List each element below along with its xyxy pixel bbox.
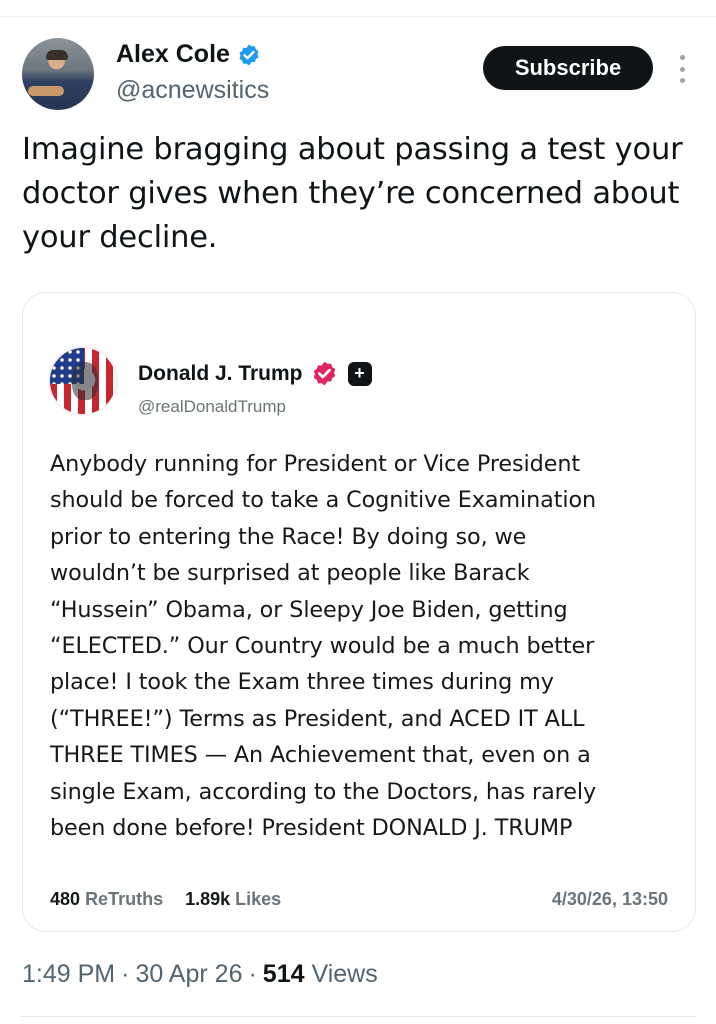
quoted-author-handle: @realDonaldTrump	[138, 397, 286, 416]
tweet-text: Imagine bragging about passing a test yo…	[22, 128, 702, 260]
verified-badge-icon	[239, 44, 259, 65]
post-time[interactable]: 1:49 PM	[22, 960, 115, 989]
views-label[interactable]: Views	[311, 960, 377, 989]
author-name-row[interactable]: Alex Cole	[116, 40, 261, 69]
retruths-count: 480	[50, 889, 81, 909]
tweet-line: your decline.	[22, 220, 218, 255]
more-vertical-icon[interactable]	[674, 55, 690, 83]
quoted-line: place! I took the Exam three times durin…	[50, 669, 554, 696]
post-date[interactable]: 30 Apr 26	[135, 960, 242, 989]
quoted-line: THREE TIMES — An Achievement that, even …	[50, 742, 591, 769]
likes-count: 1.89k	[185, 889, 231, 909]
quoted-line: (“THREE!”) Terms as President, and ACED …	[50, 705, 585, 732]
quoted-author-name-row: Donald J. Trump +	[138, 360, 372, 387]
plus-badge-icon: +	[347, 361, 372, 386]
quoted-line: should be forced to take a Cognitive Exa…	[50, 487, 597, 514]
author-name[interactable]: Alex Cole	[116, 40, 230, 69]
bottom-divider	[20, 1016, 696, 1017]
top-divider	[0, 16, 716, 17]
quoted-line: Anybody running for President or Vice Pr…	[50, 451, 581, 477]
meta-separator: ·	[121, 960, 130, 988]
author-handle[interactable]: @acnewsitics	[116, 76, 269, 105]
quoted-author-avatar	[48, 346, 118, 416]
quoted-line: prior to entering the Race! By doing so,…	[50, 523, 527, 550]
quoted-post-text: Anybody running for President or Vice Pr…	[50, 446, 670, 846]
views-count[interactable]: 514	[263, 960, 305, 989]
meta-separator: ·	[248, 960, 257, 988]
retruths-stat: 480 ReTruths	[50, 889, 163, 910]
quoted-line: single Exam, according to the Doctors, h…	[50, 778, 597, 805]
author-avatar[interactable]	[22, 38, 94, 110]
likes-stat: 1.89k Likes	[185, 889, 281, 910]
tweet-line: Imagine bragging about passing a test yo…	[22, 132, 683, 167]
quoted-post-date: 4/30/26, 13:50	[551, 889, 668, 909]
tweet-line: doctor gives when they’re concerned abou…	[22, 176, 680, 211]
quoted-line: “Hussein” Obama, or Sleepy Joe Biden, ge…	[50, 596, 568, 623]
verified-badge-icon	[313, 361, 335, 386]
quoted-author-name: Donald J. Trump	[138, 361, 303, 385]
retruths-label: ReTruths	[85, 889, 164, 909]
subscribe-button[interactable]: Subscribe	[483, 46, 653, 90]
post-meta: 1:49 PM · 30 Apr 26 · 514 Views	[22, 960, 378, 989]
quoted-post-stats: 480 ReTruths 1.89k Likes	[50, 889, 281, 910]
quoted-line: “ELECTED.” Our Country would be a much b…	[50, 633, 595, 660]
quoted-line: wouldn’t be surprised at people like Bar…	[50, 560, 530, 587]
quoted-line: been done before! President DONALD J. TR…	[50, 815, 573, 842]
likes-label: Likes	[235, 889, 282, 909]
